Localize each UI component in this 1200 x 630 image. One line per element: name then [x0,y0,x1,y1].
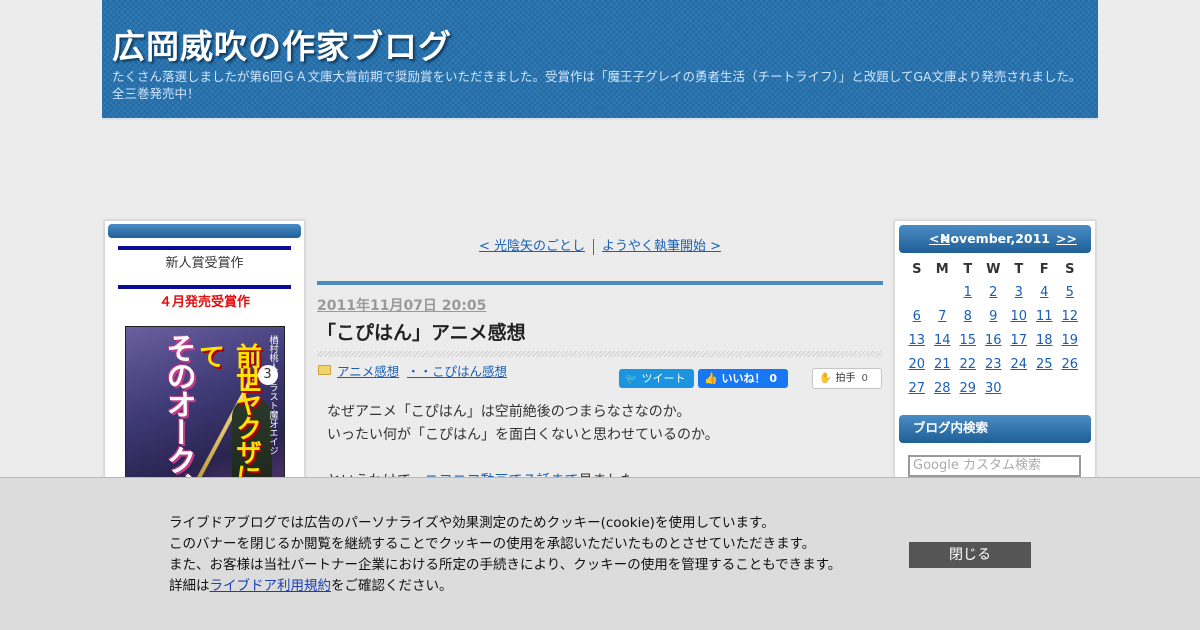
date-divider [317,280,883,285]
body-line: なぜアニメ「こぴはん」は空前絶後のつまらなさなのか。 [327,403,691,420]
calendar-day-link[interactable]: 22 [955,353,981,377]
nav-separator [593,238,594,255]
calendar-day-link[interactable]: 26 [1057,353,1083,377]
calendar-day-link[interactable]: 19 [1057,329,1083,353]
site-description: たくさん落選しましたが第6回ＧＡ文庫大賞前期で奨励賞をいただきました。受賞作は「… [112,69,1082,101]
calendar-day-link[interactable]: 13 [904,329,930,353]
calendar-day-link[interactable]: 10 [1006,305,1032,329]
calendar-weekday: S [912,262,922,277]
title-divider [317,350,883,357]
cookie-text-part: をご確認ください。 [331,578,453,594]
calendar-day-link[interactable]: 2 [981,281,1007,305]
tweet-label: ツイート [641,371,686,385]
calendar-weekday: M [935,262,949,277]
calendar-prev-link[interactable]: << [929,225,950,253]
calendar-day-link[interactable]: 3 [1006,281,1032,305]
post-navigation: < 光陰矢のごとし ようやく執筆開始 > [317,235,883,255]
calendar-day-link[interactable]: 17 [1006,329,1032,353]
facebook-like-button[interactable]: 👍 いいね！ 0 [698,368,788,388]
calendar-weekday: T [1014,262,1024,277]
clap-label: 拍手 [835,372,856,384]
sidebar-header-bar [108,224,301,238]
like-label: いいね！ 0 [721,371,778,385]
post-date[interactable]: 2011年11月07日 20:05 [317,295,883,315]
cookie-line: また、お客様は当社パートナー企業における所定の手続きにより、クッキーの使用を管理… [169,557,842,573]
calendar-day-link[interactable]: 6 [904,305,930,329]
calendar-day-link[interactable]: 16 [981,329,1007,353]
divider [118,246,291,250]
blog-search-header: ブログ内検索 [899,415,1091,443]
calendar-next-link[interactable]: >> [1056,225,1077,253]
calendar-day-link[interactable]: 15 [955,329,981,353]
site-title[interactable]: 広岡威吹の作家ブログ [112,20,452,68]
calendar-day-link[interactable]: 4 [1032,281,1058,305]
calendar-day-link[interactable]: 20 [904,353,930,377]
book-volume-badge: 3 [257,365,278,385]
calendar-day-link[interactable]: 30 [981,377,1007,401]
calendar-day-link[interactable]: 5 [1057,281,1083,305]
category-link-copihan[interactable]: ・・こぴはん感想 [407,361,507,380]
calendar-day-link[interactable]: 27 [904,377,930,401]
post-meta-row: アニメ感想 ・・こぴはん感想 🐦 ツイート 👍 いいね！ 0 ✋ 拍手 0 [317,361,883,391]
calendar-month: November,2011 [940,231,1050,246]
cookie-close-button[interactable]: 閉じる [909,542,1031,568]
cookie-line: 詳細はライブドア利用規約をご確認ください。 [169,576,841,597]
cookie-text-part: 詳細は [169,578,210,594]
calendar-day-link[interactable]: 11 [1032,305,1058,329]
divider [118,285,291,289]
sidebar-heading-award: 新人賞受賞作 [165,256,244,271]
calendar-day-link[interactable]: 23 [981,353,1007,377]
cookie-text: ライブドアブログでは広告のパーソナライズや効果測定のためクッキー(cookie)… [169,513,841,597]
calendar-day-link[interactable]: 12 [1057,305,1083,329]
calendar-day-link[interactable]: 18 [1032,329,1058,353]
calendar-grid: S M T W T F S 1 2 3 4 5 6 7 8 9 10 11 12 13 14 15 16 17 18 19 20 21… [904,259,1095,401]
thumbs-up-icon: 👍 [704,371,722,385]
calendar-day-link[interactable]: 25 [1032,353,1058,377]
calendar-weekday: T [963,262,973,277]
terms-link[interactable]: ライブドア利用規約 [210,578,332,594]
cookie-line: このバナーを閉じるか閲覧を継続することでクッキーの使用を承認いただいたものとさせ… [169,536,816,552]
calendar-day-link[interactable]: 28 [930,377,956,401]
calendar-day-link[interactable]: 14 [930,329,956,353]
left-sidebar: 新人賞受賞作 ４月発売受賞作 そのオーク、 前世ヤクザにて 楢村桃人 イラスト魔… [104,220,305,520]
right-sidebar: << November,2011 >> S M T W T F S 1 2 3 4 5 6 7 8 9 10 11… [894,220,1096,500]
clap-icon: ✋ [819,372,832,384]
calendar-day-link[interactable]: 24 [1006,353,1032,377]
main-content: < 光陰矢のごとし ようやく執筆開始 > 2011年11月07日 20:05 「こ… [317,220,883,493]
prev-post-link[interactable]: < 光陰矢のごとし [479,239,585,254]
folder-icon [318,364,331,375]
calendar-day-link[interactable]: 7 [930,305,956,329]
body-line: いったい何が「こぴはん」を面白くないと思わせているのか。 [327,426,719,443]
clap-button[interactable]: ✋ 拍手 0 [812,367,882,389]
calendar-weekday: S [1065,262,1075,277]
calendar-day-link[interactable]: 1 [955,281,981,305]
calendar-weekday: W [986,262,1001,277]
category-link-anime[interactable]: アニメ感想 [337,361,399,380]
calendar-header: << November,2011 >> [899,225,1091,253]
book-author: 楢村桃人 イラスト魔牙エイジ [267,335,278,455]
blog-header: 広岡威吹の作家ブログ たくさん落選しましたが第6回ＧＡ文庫大賞前期で奨励賞をいた… [102,0,1098,120]
cookie-banner: ライブドアブログでは広告のパーソナライズや効果測定のためクッキー(cookie)… [0,477,1200,630]
calendar-day-link[interactable]: 29 [955,377,981,401]
calendar-weekday: F [1039,262,1049,277]
calendar-day-link[interactable]: 9 [981,305,1007,329]
post-title: 「こぴはん」アニメ感想 [317,321,526,344]
calendar-day-link[interactable]: 21 [930,353,956,377]
calendar-empty-cell [930,281,956,305]
blog-search-input[interactable]: Google カスタム検索 [908,455,1081,477]
next-post-link[interactable]: ようやく執筆開始 > [602,239,721,254]
calendar-day-link[interactable]: 8 [955,305,981,329]
sidebar-heading-april: ４月発売受賞作 [158,295,250,310]
clap-count: 0 [861,372,868,384]
tweet-button[interactable]: 🐦 ツイート [619,368,694,388]
twitter-bird-icon: 🐦 [625,373,638,385]
cookie-line: ライブドアブログでは広告のパーソナライズや効果測定のためクッキー(cookie)… [169,515,775,531]
calendar-empty-cell [904,281,930,305]
